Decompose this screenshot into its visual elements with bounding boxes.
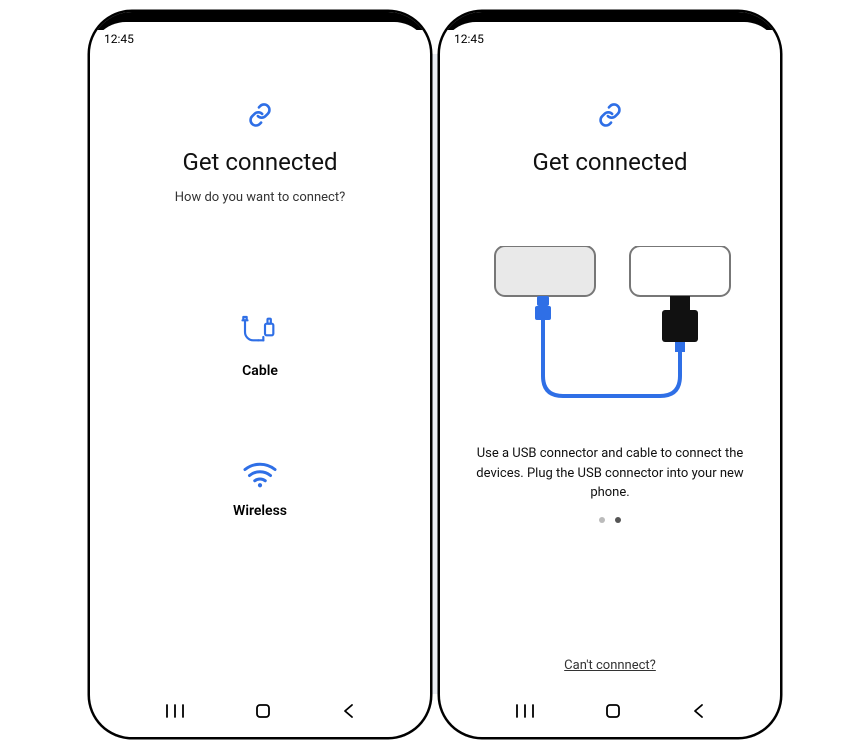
bezel-top xyxy=(90,12,430,30)
status-time: 12:45 xyxy=(104,32,134,46)
connect-options: Cable Wireless xyxy=(110,315,410,519)
nav-back-button[interactable] xyxy=(691,703,705,719)
nav-home-button[interactable] xyxy=(255,703,271,719)
nav-recents-button[interactable] xyxy=(515,703,535,719)
option-wireless[interactable]: Wireless xyxy=(233,459,287,519)
bezel-top xyxy=(440,12,780,30)
link-icon xyxy=(597,102,623,132)
wifi-icon xyxy=(242,459,278,493)
left-screen: Get connected How do you want to connect… xyxy=(90,52,430,687)
phone-frame-right: 12:45 Get connected xyxy=(440,12,780,737)
page-dot-2 xyxy=(615,517,621,523)
android-navbar xyxy=(90,695,430,727)
cable-icon xyxy=(240,315,280,353)
page-indicator xyxy=(599,517,621,523)
page-title: Get connected xyxy=(182,148,337,176)
option-cable[interactable]: Cable xyxy=(240,315,280,379)
right-screen: Get connected xyxy=(440,52,780,687)
page-subtitle: How do you want to connect? xyxy=(175,190,345,205)
link-icon xyxy=(247,102,273,132)
page-dot-1 xyxy=(599,517,605,523)
android-navbar xyxy=(440,695,780,727)
nav-home-button[interactable] xyxy=(605,703,621,719)
page-title: Get connected xyxy=(532,148,687,176)
nav-recents-button[interactable] xyxy=(165,703,185,719)
usb-connection-illustration xyxy=(480,246,740,426)
status-time: 12:45 xyxy=(454,32,484,46)
option-cable-label: Cable xyxy=(242,363,278,379)
instruction-text: Use a USB connector and cable to connect… xyxy=(460,444,760,503)
nav-back-button[interactable] xyxy=(341,703,355,719)
option-wireless-label: Wireless xyxy=(233,503,287,519)
phone-frame-left: 12:45 Get connected How do you want to c… xyxy=(90,12,430,737)
cant-connect-link[interactable]: Can't connnect? xyxy=(440,658,780,673)
